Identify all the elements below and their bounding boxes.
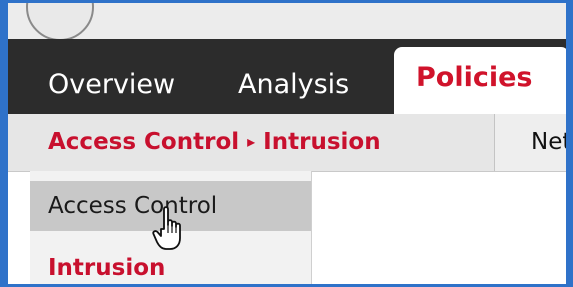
breadcrumb-parent[interactable]: Access Control [48, 129, 239, 155]
tab-analysis[interactable]: Analysis [238, 61, 349, 114]
tab-overview[interactable]: Overview [48, 61, 175, 114]
sub-navbar: Access Control ▸ Intrusion Net [8, 114, 566, 172]
hand-pointer-icon [152, 206, 181, 250]
tab-policies[interactable]: Policies [394, 47, 566, 117]
breadcrumb-current[interactable]: Intrusion [263, 129, 380, 155]
subnav-tab-network[interactable]: Net [494, 114, 566, 171]
main-navbar: Overview Analysis Policies [8, 39, 566, 117]
breadcrumb-separator-icon: ▸ [247, 132, 256, 151]
top-header-strip [8, 3, 566, 41]
screenshot-frame: Overview Analysis Policies Access Contro… [0, 0, 573, 287]
breadcrumb: Access Control ▸ Intrusion [48, 114, 381, 171]
logo [26, 3, 94, 41]
